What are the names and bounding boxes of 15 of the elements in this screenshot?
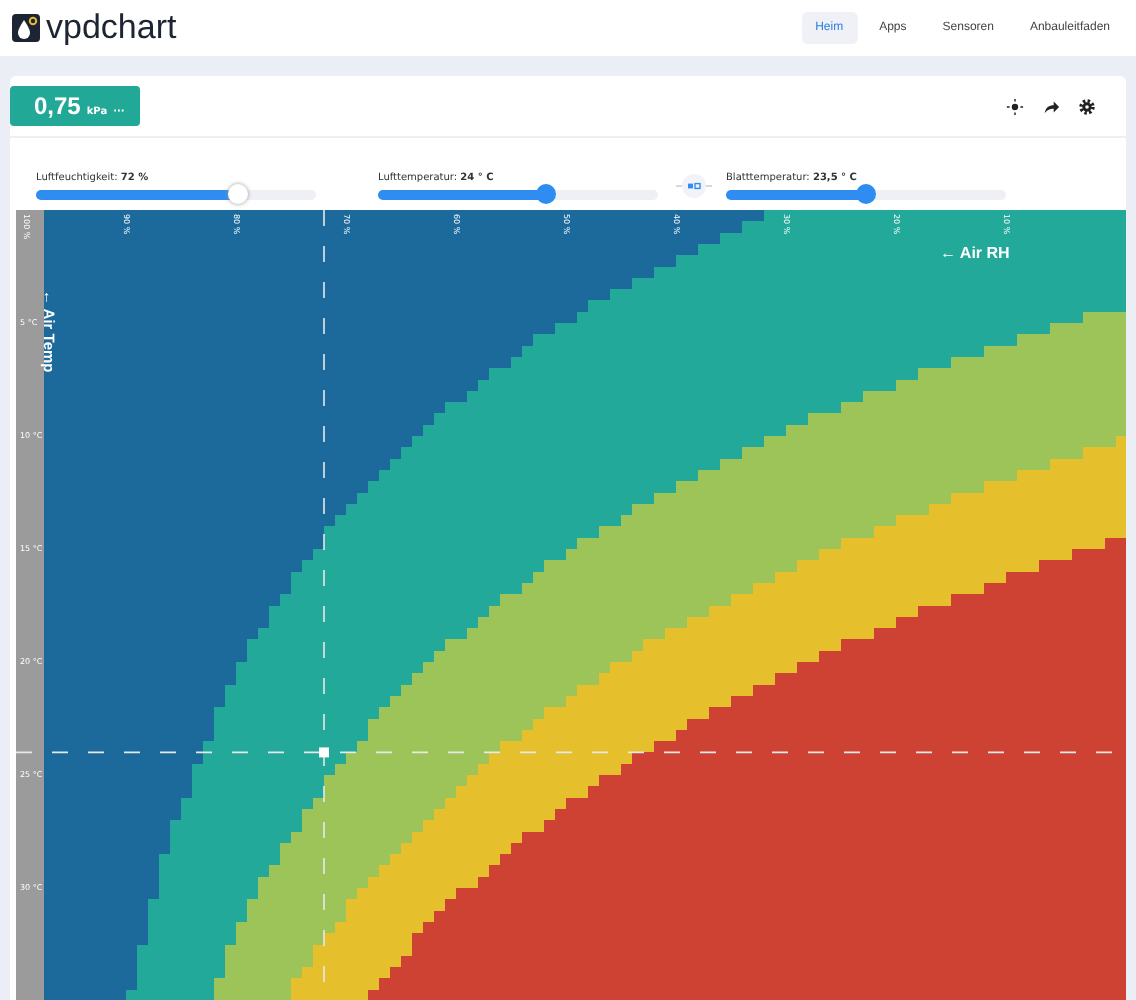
slider-track[interactable] bbox=[378, 190, 658, 200]
current-point-marker bbox=[319, 747, 329, 758]
slider-track[interactable] bbox=[726, 190, 1006, 200]
slider-thumb[interactable] bbox=[856, 184, 876, 204]
slider-track[interactable] bbox=[36, 190, 316, 200]
slider-thumb[interactable] bbox=[227, 184, 248, 204]
settings-icon[interactable] bbox=[1078, 97, 1096, 115]
share-icon[interactable] bbox=[1042, 97, 1060, 115]
x-axis-title: ← Air RH bbox=[940, 244, 1010, 262]
locate-icon[interactable] bbox=[1006, 97, 1024, 115]
brand-name: vpdchart bbox=[46, 8, 177, 48]
link-toggle-icon[interactable] bbox=[676, 172, 712, 200]
logo-icon bbox=[12, 14, 40, 42]
slider-thumb[interactable] bbox=[536, 184, 556, 204]
vpd-value: 0,75 bbox=[34, 92, 81, 120]
